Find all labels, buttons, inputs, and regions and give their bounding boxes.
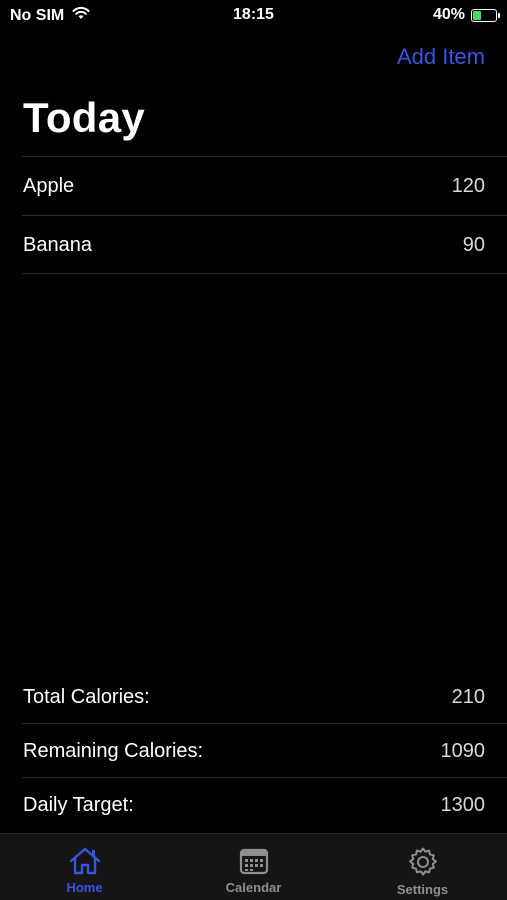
gear-icon <box>407 846 439 878</box>
battery-nub <box>498 12 500 18</box>
battery-percent: 40% <box>432 6 465 23</box>
charging-bolt-icon: ⚡ <box>480 9 488 20</box>
tab-home[interactable]: Home <box>0 834 169 900</box>
food-name: Banana <box>23 234 92 256</box>
food-calories: 90 <box>462 234 485 256</box>
home-icon <box>68 846 102 876</box>
total-calories-row: Total Calories: 210 <box>22 670 507 724</box>
list-item[interactable]: Apple 120 <box>22 156 507 215</box>
remaining-calories-row: Remaining Calories: 1090 <box>22 724 507 778</box>
status-right: 40% ⚡ <box>432 6 500 24</box>
daily-target-label: Daily Target: <box>23 794 134 816</box>
total-calories-label: Total Calories: <box>23 686 150 708</box>
daily-target-value: 1300 <box>440 794 486 816</box>
tab-settings[interactable]: Settings <box>338 834 507 900</box>
tab-label: Settings <box>396 882 449 897</box>
daily-target-row: Daily Target: 1300 <box>22 778 507 832</box>
remaining-calories-label: Remaining Calories: <box>23 740 204 762</box>
tab-bar: Home Calendar Settings <box>0 833 507 900</box>
total-calories-value: 210 <box>451 686 485 708</box>
tab-calendar[interactable]: Calendar <box>169 834 338 900</box>
food-name: Apple <box>23 175 75 197</box>
calorie-summary: Total Calories: 210 Remaining Calories: … <box>0 670 507 832</box>
tab-label: Calendar <box>225 880 282 895</box>
tab-label: Home <box>66 880 103 895</box>
status-time: 18:15 <box>233 6 274 23</box>
battery-icon: ⚡ <box>471 8 500 22</box>
page-title: Today <box>23 94 146 141</box>
status-bar: No SIM 18:15 40% ⚡ <box>0 0 507 30</box>
add-item-button[interactable]: Add Item <box>397 44 485 70</box>
calendar-icon <box>239 846 269 876</box>
food-list: Apple 120 Banana 90 <box>0 156 507 274</box>
remaining-calories-value: 1090 <box>440 740 486 762</box>
list-item[interactable]: Banana 90 <box>22 215 507 274</box>
food-calories: 120 <box>451 175 485 197</box>
